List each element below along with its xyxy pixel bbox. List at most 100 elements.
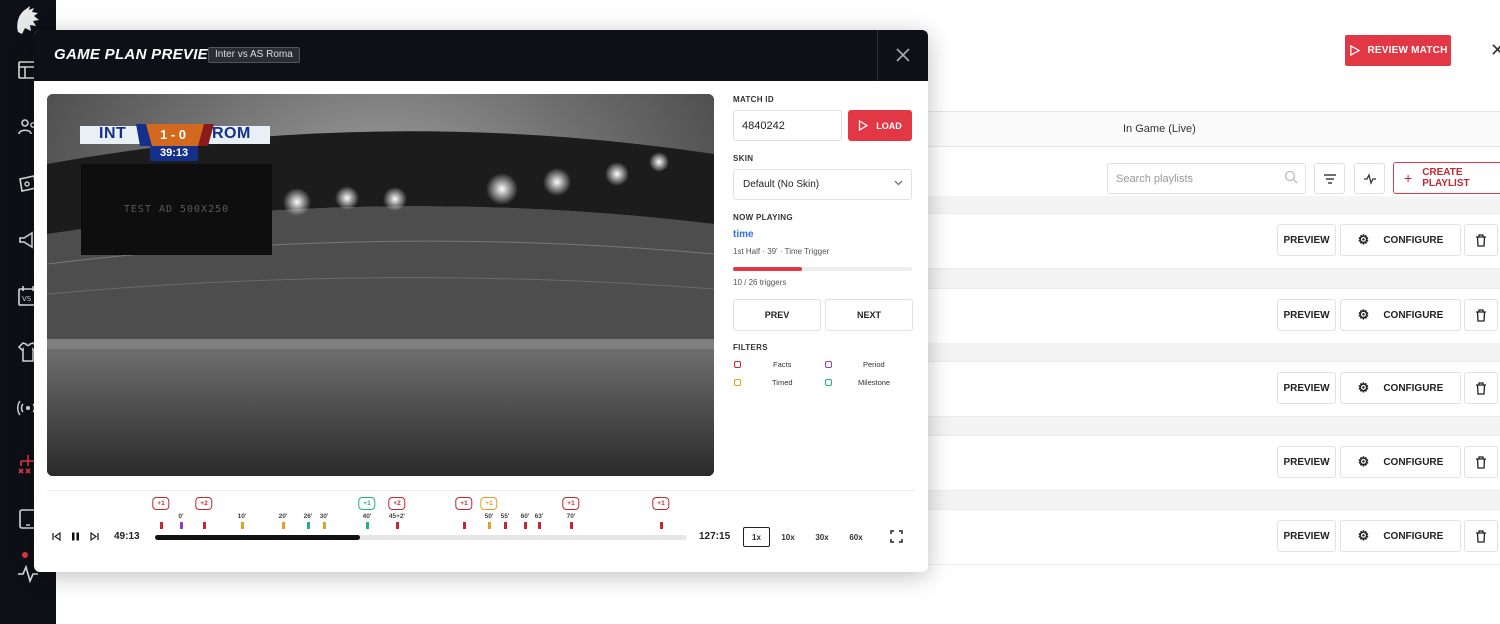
configure-label: CONFIGURE xyxy=(1383,456,1444,468)
configure-button[interactable]: ⚙ CONFIGURE xyxy=(1340,224,1461,256)
delete-button[interactable] xyxy=(1464,446,1498,478)
filter-icon xyxy=(1323,173,1336,184)
timeline-marker-badge: +1 xyxy=(480,497,498,510)
filter-timed-label: Timed xyxy=(772,378,793,387)
configure-label: CONFIGURE xyxy=(1383,309,1444,321)
timeline-marker[interactable] xyxy=(241,522,244,529)
pause-icon[interactable] xyxy=(71,532,80,541)
timeline-marker[interactable] xyxy=(524,522,527,529)
trash-icon xyxy=(1476,308,1486,322)
tab-in-game-live[interactable]: In Game (Live) xyxy=(1123,123,1196,135)
next-button[interactable]: NEXT xyxy=(825,299,913,331)
timeline-marker[interactable] xyxy=(323,522,326,529)
timeline-marker[interactable] xyxy=(180,522,183,529)
fullscreen-icon[interactable] xyxy=(890,530,903,543)
video-preview[interactable]: INT 1 - 0 ROM 39:13 TEST AD 500X250 xyxy=(47,94,714,476)
divider xyxy=(877,30,878,81)
timeline-marker[interactable] xyxy=(282,522,285,529)
divider xyxy=(47,490,915,491)
timeline-marker[interactable] xyxy=(203,522,206,529)
timeline-marker-badge: +2 xyxy=(388,497,406,510)
load-button[interactable]: LOAD xyxy=(848,110,912,141)
timeline-marker-badge: +1 xyxy=(152,497,170,510)
timeline-marker[interactable] xyxy=(504,522,507,529)
review-match-button[interactable]: REVIEW MATCH xyxy=(1345,35,1451,66)
preview-button[interactable]: PREVIEW xyxy=(1277,520,1336,552)
filter-button[interactable] xyxy=(1314,163,1345,194)
speed-10x-button[interactable]: 10x xyxy=(775,527,801,547)
timeline-marker[interactable] xyxy=(570,522,573,529)
filter-facts-label: Facts xyxy=(773,360,792,369)
search-playlists-input[interactable]: Search playlists xyxy=(1107,163,1306,194)
timeline-marker-label: 0' xyxy=(178,513,184,520)
timeline-marker-label: 10' xyxy=(237,513,247,520)
svg-text:VS: VS xyxy=(22,295,32,303)
delete-button[interactable] xyxy=(1464,520,1498,552)
now-playing-label: NOW PLAYING xyxy=(733,213,793,222)
timeline-marker[interactable] xyxy=(538,522,541,529)
skip-back-icon[interactable] xyxy=(52,532,61,541)
timeline-marker[interactable] xyxy=(366,522,369,529)
timeline-marker-badge: +1 xyxy=(562,497,580,510)
chevron-down-icon xyxy=(894,180,903,186)
play-icon xyxy=(859,120,869,131)
page-close-icon[interactable]: ✕ xyxy=(1490,40,1500,61)
row-spacer xyxy=(928,196,1500,214)
timeline-track[interactable] xyxy=(155,535,687,540)
review-match-label: REVIEW MATCH xyxy=(1367,45,1448,56)
timeline-marker-label: 20' xyxy=(278,513,288,520)
configure-button[interactable]: ⚙ CONFIGURE xyxy=(1340,446,1461,478)
delete-button[interactable] xyxy=(1464,372,1498,404)
load-label: LOAD xyxy=(876,120,902,131)
speed-1x-button[interactable]: 1x xyxy=(743,527,770,547)
delete-button[interactable] xyxy=(1464,224,1498,256)
filter-milestone-label: Milestone xyxy=(858,378,891,387)
preview-button[interactable]: PREVIEW xyxy=(1277,224,1336,256)
filter-milestone-checkbox[interactable] xyxy=(825,379,832,386)
configure-button[interactable]: ⚙ CONFIGURE xyxy=(1340,520,1461,552)
timeline-marker[interactable] xyxy=(488,522,491,529)
trigger-progress-fill xyxy=(733,267,802,271)
speed-30x-button[interactable]: 30x xyxy=(809,527,835,547)
game-plan-preview-modal: GAME PLAN PREVIEW Inter vs AS Roma INT 1… xyxy=(34,30,928,572)
preview-button[interactable]: PREVIEW xyxy=(1277,372,1336,404)
timeline-marker[interactable] xyxy=(160,522,163,529)
configure-label: CONFIGURE xyxy=(1383,234,1444,246)
timeline-marker-label: 26' xyxy=(303,513,313,520)
match-id-input[interactable]: 4840242 xyxy=(733,110,842,141)
filter-period-checkbox[interactable] xyxy=(825,361,832,368)
gear-icon: ⚙ xyxy=(1357,307,1370,322)
filters-label: FILTERS xyxy=(733,343,768,352)
ad-text: TEST AD 500X250 xyxy=(123,204,230,215)
score-clock: 39:13 xyxy=(160,147,189,159)
preview-button[interactable]: PREVIEW xyxy=(1277,446,1336,478)
speed-60x-button[interactable]: 60x xyxy=(843,527,869,547)
pulse-icon xyxy=(1363,172,1376,185)
match-id-label: MATCH ID xyxy=(733,95,774,104)
timeline-played xyxy=(155,535,361,540)
modal-title: GAME PLAN PREVIEW xyxy=(54,46,223,63)
gear-icon: ⚙ xyxy=(1357,454,1370,469)
configure-label: CONFIGURE xyxy=(1383,382,1444,394)
row-spacer xyxy=(928,343,1500,362)
skip-forward-icon[interactable] xyxy=(90,532,99,541)
configure-button[interactable]: ⚙ CONFIGURE xyxy=(1340,299,1461,331)
activity-button[interactable] xyxy=(1354,163,1385,194)
configure-button[interactable]: ⚙ CONFIGURE xyxy=(1340,372,1461,404)
gear-icon: ⚙ xyxy=(1357,528,1370,543)
timeline-marker-label: 30' xyxy=(319,513,329,520)
create-playlist-button[interactable]: + CREATE PLAYLIST xyxy=(1393,162,1500,194)
timeline-marker[interactable] xyxy=(396,522,399,529)
filter-timed-checkbox[interactable] xyxy=(734,379,741,386)
skin-select[interactable]: Default (No Skin) xyxy=(733,169,912,200)
total-time: 127:15 xyxy=(699,531,731,542)
timeline-marker[interactable] xyxy=(307,522,310,529)
timeline-marker[interactable] xyxy=(660,522,663,529)
create-playlist-label: CREATE PLAYLIST xyxy=(1422,167,1470,189)
filter-facts-checkbox[interactable] xyxy=(734,361,741,368)
close-icon[interactable] xyxy=(894,46,912,64)
delete-button[interactable] xyxy=(1464,299,1498,331)
preview-button[interactable]: PREVIEW xyxy=(1277,299,1336,331)
timeline-marker[interactable] xyxy=(463,522,466,529)
prev-button[interactable]: PREV xyxy=(733,299,821,331)
